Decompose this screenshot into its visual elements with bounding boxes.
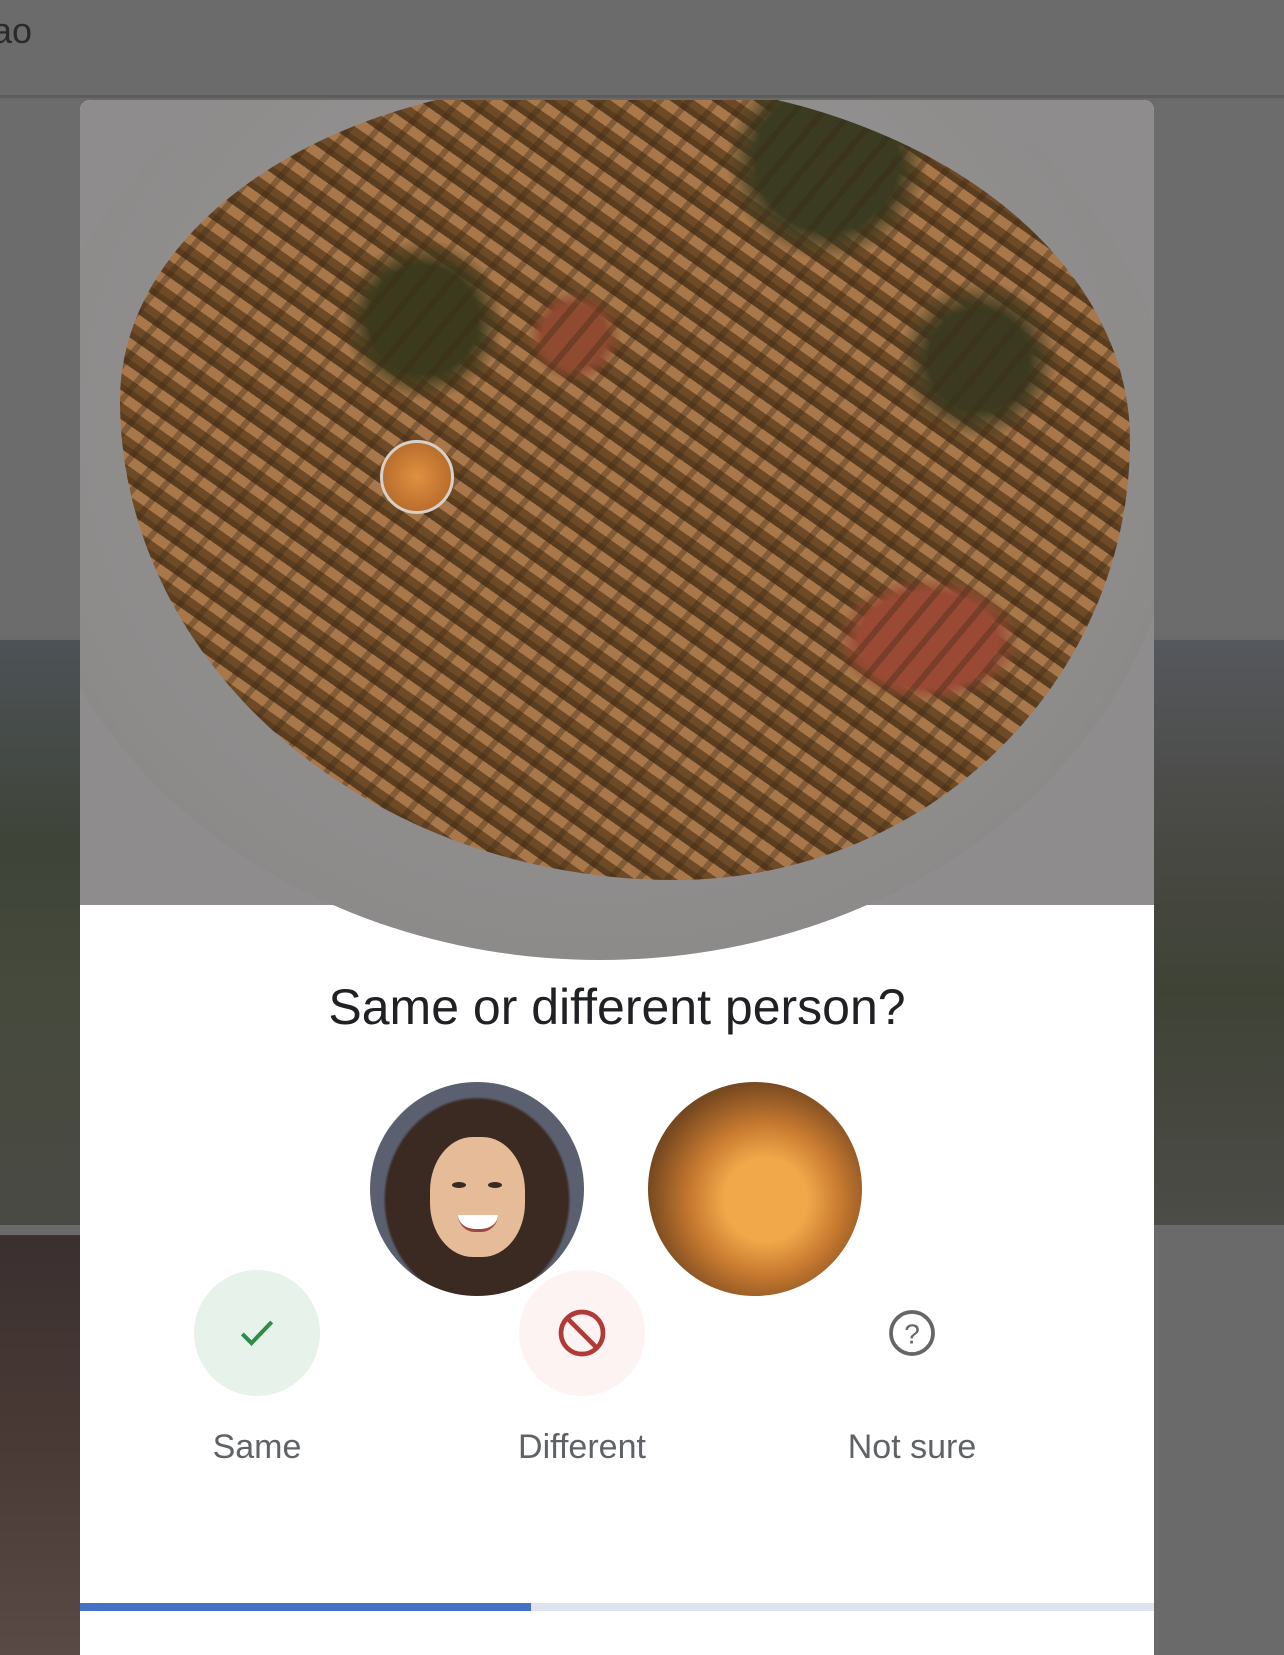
block-icon [519,1270,645,1396]
progress-fill [80,1603,532,1611]
face-grouping-dialog: Same or different person? Same Different… [80,100,1154,1655]
different-label: Different [518,1428,646,1466]
eye [452,1182,466,1188]
detected-face-marker [380,440,454,514]
face [430,1137,525,1257]
dialog-title: Same or different person? [328,979,906,1035]
different-button[interactable]: Different [507,1270,657,1467]
top-bar: ao [0,0,1284,98]
same-button[interactable]: Same [192,1270,322,1467]
header-name: ao [0,10,33,51]
svg-text:?: ? [904,1319,920,1350]
known-person-avatar [370,1082,584,1296]
background-photo-person[interactable] [0,1235,82,1655]
not-sure-button[interactable]: ? Not sure [827,1270,997,1467]
eye [488,1182,502,1188]
help-circle-icon: ? [849,1270,975,1396]
check-icon [194,1270,320,1396]
background-photo-landscape[interactable] [0,640,82,1225]
smile [458,1215,498,1232]
same-label: Same [212,1428,302,1466]
candidate-face-avatar [648,1082,862,1296]
not-sure-label: Not sure [847,1428,977,1466]
background-photo [1154,100,1284,635]
source-photo [80,100,1154,960]
background-photo [0,100,82,635]
progress-bar [80,1603,1154,1611]
background-photo-landscape[interactable] [1154,640,1284,1225]
